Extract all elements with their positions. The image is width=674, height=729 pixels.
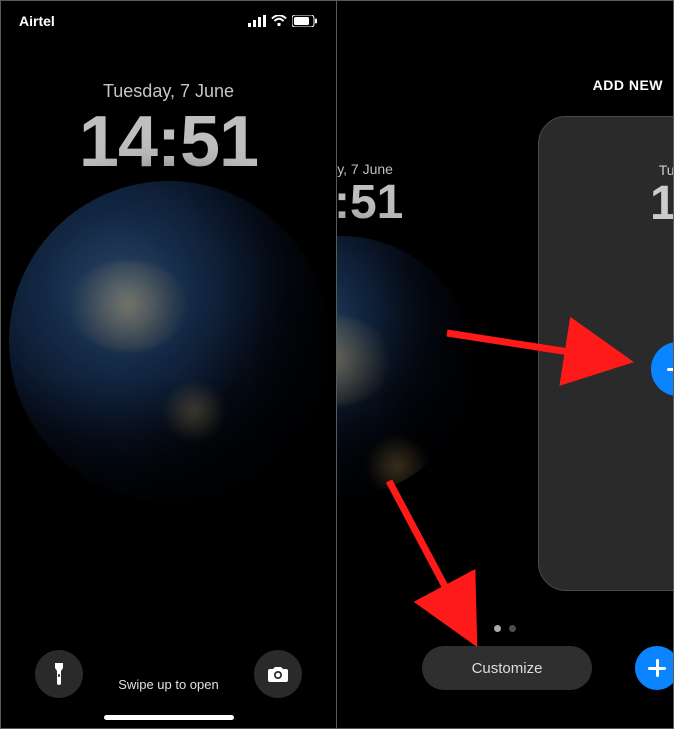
card-date: Tuesday, 7 J	[539, 162, 674, 178]
home-indicator[interactable]	[104, 715, 234, 720]
new-wallpaper-card[interactable]: Tuesday, 7 J 14:5	[538, 116, 674, 591]
plus-icon	[667, 368, 674, 371]
earth-wallpaper-mini	[337, 236, 472, 496]
lock-time: 14:51	[1, 106, 336, 178]
status-icons	[248, 15, 318, 27]
page-indicator	[337, 625, 673, 632]
customize-label: Customize	[472, 660, 543, 677]
lock-date: Tuesday, 7 June	[1, 81, 336, 102]
add-new-heading: ADD NEW	[593, 77, 663, 93]
clock-block: Tuesday, 7 June 14:51	[1, 81, 336, 178]
add-wallpaper-button[interactable]	[651, 342, 674, 396]
status-bar: Airtel	[1, 1, 336, 41]
card-time: 14:5	[539, 180, 674, 228]
lock-screen-panel: Airtel Tuesday, 7 June 14:51 Swipe up to…	[0, 0, 337, 729]
card-date: Tuesday, 7 June	[337, 161, 482, 177]
page-dot	[509, 625, 516, 632]
card-time: 14:51	[337, 179, 482, 227]
add-button-small[interactable]	[635, 646, 674, 690]
battery-icon	[292, 15, 318, 27]
customize-button[interactable]: Customize	[422, 646, 592, 690]
earth-wallpaper	[9, 181, 329, 501]
current-wallpaper-card[interactable]: Tuesday, 7 June 14:51	[337, 116, 482, 591]
swipe-up-label: Swipe up to open	[1, 677, 336, 692]
cellular-signal-icon	[248, 15, 266, 27]
plus-icon	[656, 659, 659, 677]
carrier-label: Airtel	[19, 13, 55, 29]
page-dot	[494, 625, 501, 632]
wifi-icon	[271, 15, 287, 27]
wallpaper-gallery-panel: ADD NEW Tuesday, 7 June 14:51 Tuesday, 7…	[337, 0, 674, 729]
